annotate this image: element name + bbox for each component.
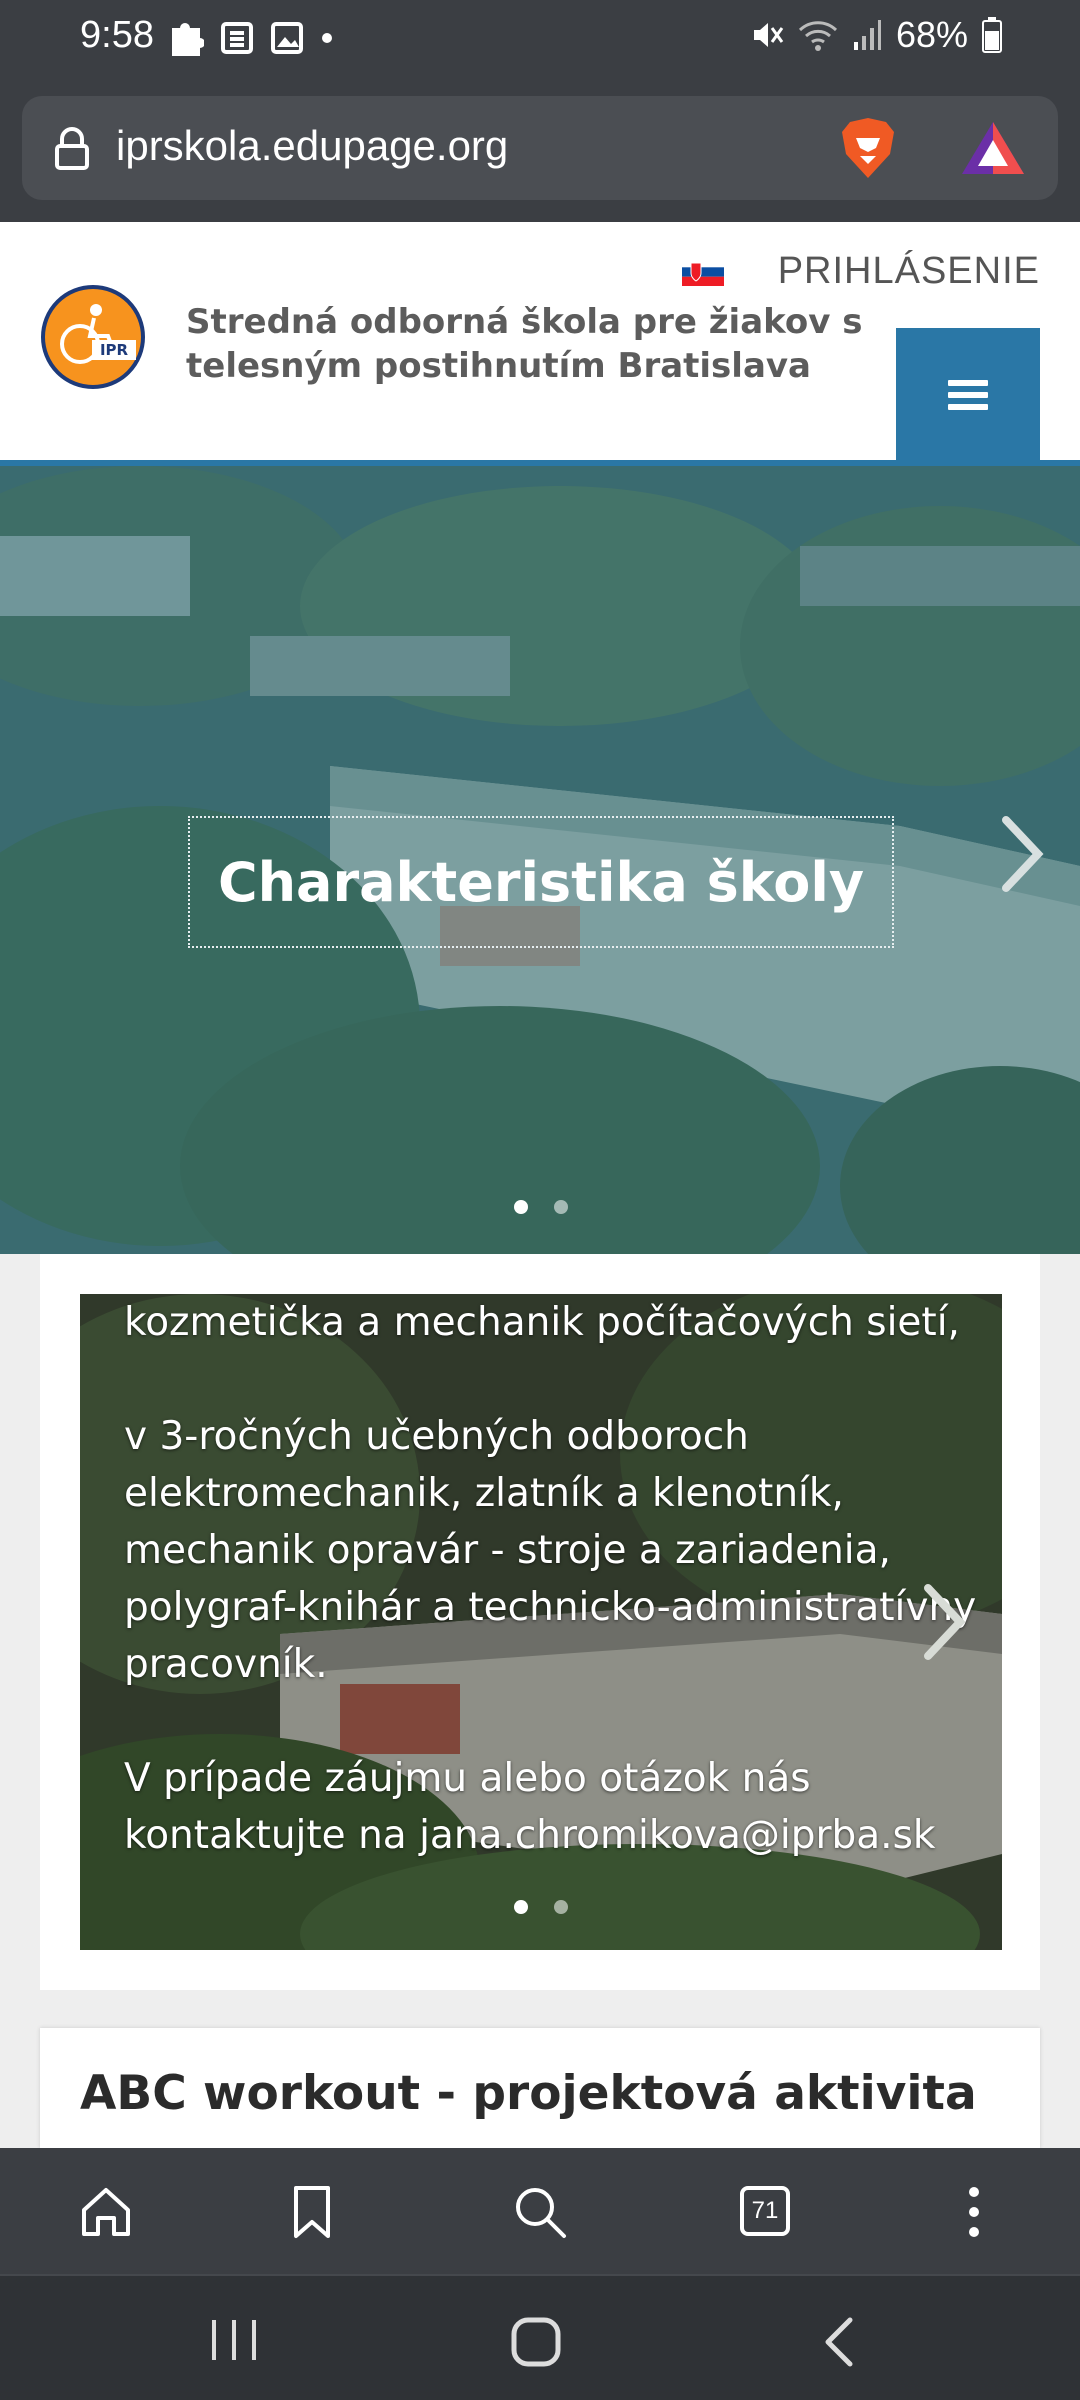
info-paragraph: kozmetička a mechanik počítačových sietí… xyxy=(124,1300,960,1345)
brave-shields-icon[interactable] xyxy=(838,116,898,180)
battery-icon xyxy=(982,17,1002,53)
article-card[interactable]: ABC workout - projektová aktivita xyxy=(40,2028,1040,2148)
back-icon[interactable] xyxy=(820,2316,860,2368)
search-icon[interactable] xyxy=(512,2184,568,2240)
browser-bottom-toolbar: 71 xyxy=(0,2148,1080,2274)
hero-caption-box[interactable]: Charakteristika školy xyxy=(188,816,894,948)
browser-toolbar: iprskola.edupage.org xyxy=(0,80,1080,222)
home-button-icon[interactable] xyxy=(510,2316,562,2368)
pagination-dot[interactable] xyxy=(554,1200,568,1214)
slovak-flag-icon[interactable] xyxy=(682,258,724,286)
article-title[interactable]: ABC workout - projektová aktivita xyxy=(80,2066,977,2121)
wifi-icon xyxy=(798,21,837,51)
hamburger-icon xyxy=(948,374,988,416)
news-icon xyxy=(221,22,253,54)
recent-apps-icon[interactable] xyxy=(206,2316,262,2364)
info-carousel[interactable]: kozmetička a mechanik počítačových sietí… xyxy=(80,1294,1002,1950)
bookmark-icon[interactable] xyxy=(288,2184,336,2240)
status-bar: 9:58 68% xyxy=(0,0,1080,80)
system-icons: 68% xyxy=(750,14,1002,56)
school-name[interactable]: Stredná odborná škola pre žiakov s teles… xyxy=(186,300,866,388)
pagination-dot[interactable] xyxy=(514,1200,528,1214)
svg-text:IPR: IPR xyxy=(100,341,129,359)
battery-percent: 68% xyxy=(895,14,968,55)
hero-pagination xyxy=(514,1200,568,1214)
info-text: kozmetička a mechanik počítačových sietí… xyxy=(124,1294,984,1921)
hero-carousel[interactable]: Charakteristika školy xyxy=(0,466,1080,1254)
tabs-button[interactable]: 71 xyxy=(740,2186,790,2236)
info-pagination xyxy=(514,1900,568,1914)
info-paragraph: v 3-ročných učebných odboroch elektromec… xyxy=(124,1414,977,1687)
brave-rewards-icon[interactable] xyxy=(960,120,1026,176)
puzzle-icon xyxy=(172,23,204,56)
mute-icon xyxy=(753,23,784,47)
login-link[interactable]: PRIHLÁSENIE xyxy=(778,250,1040,293)
lock-icon xyxy=(55,127,89,170)
pagination-dot[interactable] xyxy=(554,1900,568,1914)
info-paragraph-contact[interactable]: V prípade záujmu alebo otázok nás kontak… xyxy=(124,1750,984,1864)
notification-icons xyxy=(168,18,334,58)
dot-icon xyxy=(322,33,332,43)
system-navigation-bar xyxy=(0,2274,1080,2400)
gallery-icon xyxy=(271,22,303,54)
home-icon[interactable] xyxy=(78,2184,134,2240)
signal-icon xyxy=(853,20,881,50)
school-logo[interactable]: IPR xyxy=(40,284,146,390)
pagination-dot[interactable] xyxy=(514,1900,528,1914)
address-bar[interactable]: iprskola.edupage.org xyxy=(22,96,1058,200)
url-text[interactable]: iprskola.edupage.org xyxy=(116,122,508,170)
clock: 9:58 xyxy=(80,14,154,56)
site-header: PRIHLÁSENIE IPR Stredná odborná škola pr… xyxy=(0,222,1080,462)
more-menu-icon[interactable] xyxy=(966,2184,982,2240)
chevron-right-icon[interactable] xyxy=(1000,816,1044,892)
menu-button[interactable] xyxy=(896,328,1040,462)
hero-caption[interactable]: Charakteristika školy xyxy=(218,851,864,914)
chevron-right-icon[interactable] xyxy=(922,1584,966,1660)
